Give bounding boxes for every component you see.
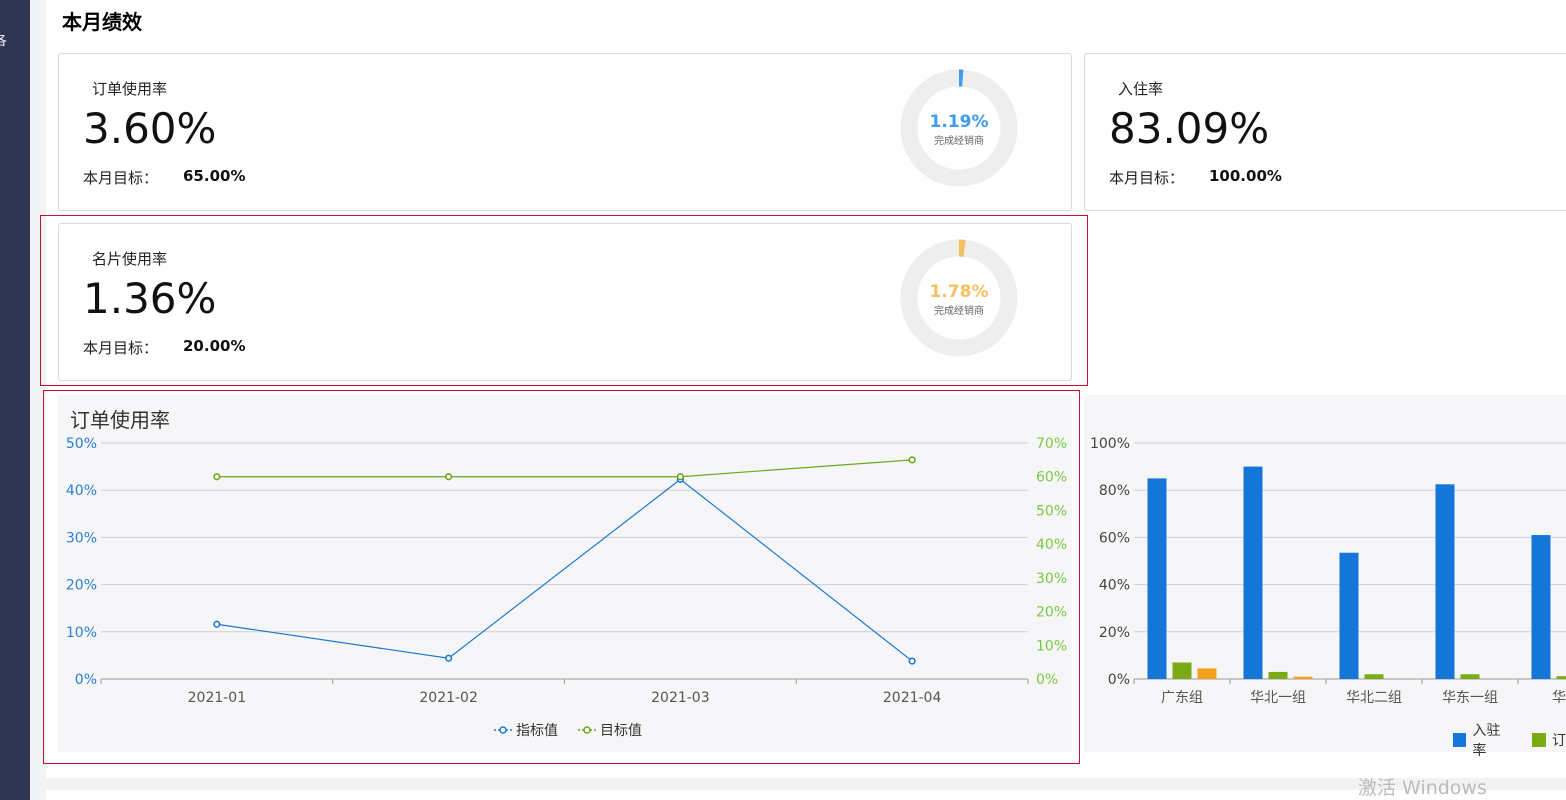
donut-subtitle: 完成经销商 [934,306,984,317]
page-title: 本月绩效 [62,10,142,34]
bar [1243,466,1263,679]
data-point [908,657,916,665]
card-target-value: 65.00% [183,167,246,185]
series-line [216,478,913,662]
legend-item-order[interactable]: 订 [1532,730,1566,750]
legend-line-icon [494,726,512,734]
y-tick-label: 20% [1099,625,1130,641]
legend-item-target[interactable]: 目标值 [578,720,642,740]
occupancy-card: 入住率 83.09% 本月目标： 100.00% [1084,53,1566,211]
y-left-tick-label: 50% [66,436,97,452]
order-usage-card: 订单使用率 3.60% 本月目标： 65.00% 1.19% 完成经销商 [58,53,1072,211]
sidebar-item-label[interactable]: 各 [0,30,7,49]
y-tick-label: 80% [1099,483,1130,499]
y-left-tick-label: 40% [66,483,97,499]
x-tick-label: 2021-01 [188,690,247,706]
donut-label: 1.19% 完成经销商 [899,112,1019,147]
donut-subtitle: 完成经销商 [934,136,984,147]
card-target-value: 20.00% [183,337,246,355]
series-line [216,459,913,478]
legend-item-indicator[interactable]: 指标值 [494,720,558,740]
legend-swatch [1532,733,1546,747]
data-point [213,620,221,628]
x-tick-label: 华北一组 [1250,690,1306,706]
y-tick-label: 0% [1108,672,1130,688]
y-right-tick-label: 30% [1036,571,1067,587]
bar [1364,674,1384,679]
y-left-tick-label: 30% [66,530,97,546]
y-tick-label: 100% [1090,436,1130,452]
card-label: 入住率 [1118,80,1164,98]
bar [1460,674,1480,679]
legend-swatch [1453,733,1467,747]
y-left-tick-label: 10% [66,625,97,641]
legend-item-occupancy[interactable]: 入驻率 [1453,720,1512,760]
legend-label: 入驻率 [1472,723,1501,759]
next-section-edge [46,790,1566,800]
y-right-tick-label: 50% [1036,503,1067,519]
x-tick-label: 华东一组 [1442,690,1498,706]
x-tick-label: 2021-03 [651,690,710,706]
data-point [676,473,684,481]
legend-label: 指标值 [516,723,558,739]
y-left-tick-label: 20% [66,578,97,594]
card-target-label: 本月目标： [83,339,159,357]
card-label: 订单使用率 [92,80,168,98]
x-tick-label: 广东组 [1161,690,1203,706]
legend-label: 目标值 [600,723,642,739]
bar [1339,552,1359,679]
card-usage-card: 名片使用率 1.36% 本月目标： 20.00% 1.78% 完成经销商 [58,223,1072,381]
y-right-tick-label: 70% [1036,436,1067,452]
x-tick-label: 2021-04 [883,690,942,706]
card-label: 名片使用率 [92,250,168,268]
y-right-tick-label: 0% [1036,672,1058,688]
bar-chart: 0% 20% 40% 60% 80% 100% 广东组 华北一组 华北二组 华东一组 华东 [1090,436,1566,706]
donut-percent: 1.19% [929,112,989,132]
card-value: 1.36% [83,274,217,323]
x-tick-label: 华北二组 [1346,690,1402,706]
bar [1172,662,1192,679]
y-tick-label: 40% [1099,578,1130,594]
card-target-label: 本月目标： [83,169,159,187]
bar [1556,676,1566,679]
data-point [908,456,916,464]
y-right-tick-label: 60% [1036,470,1067,486]
y-right-tick-label: 10% [1036,638,1067,654]
x-tick-label: 2021-02 [419,690,478,706]
line-chart-legend: 指标值 目标值 [494,720,642,740]
y-left-tick-label: 0% [75,672,97,688]
legend-line-icon [578,726,596,734]
card-target-value: 100.00% [1209,167,1282,185]
card-value: 83.09% [1109,104,1270,153]
x-tick-label: 华东 [1552,690,1566,706]
bar [1293,676,1313,679]
windows-activation-watermark: 激活 Windows [1358,777,1487,799]
card-value: 3.60% [83,104,217,153]
y-tick-label: 60% [1099,530,1130,546]
data-point [445,654,453,662]
bar-chart-legend: 入驻率 订 [1453,720,1566,760]
y-right-tick-label: 40% [1036,537,1067,553]
bar [1197,668,1217,679]
card-target-label: 本月目标： [1109,169,1185,187]
sidebar: 各 [0,0,30,800]
data-point [213,473,221,481]
bar [1268,671,1288,679]
data-point [445,473,453,481]
y-right-tick-label: 20% [1036,605,1067,621]
bar [1147,478,1167,679]
line-chart: 0% 10% 20% 30% 40% 50% 0% 10% 20% 30% 40% 50% 60% 70%… [66,436,1067,706]
bar [1531,535,1551,679]
legend-label: 订 [1552,733,1566,749]
donut-label: 1.78% 完成经销商 [899,282,1019,317]
donut-percent: 1.78% [929,282,989,302]
bar [1435,484,1455,679]
